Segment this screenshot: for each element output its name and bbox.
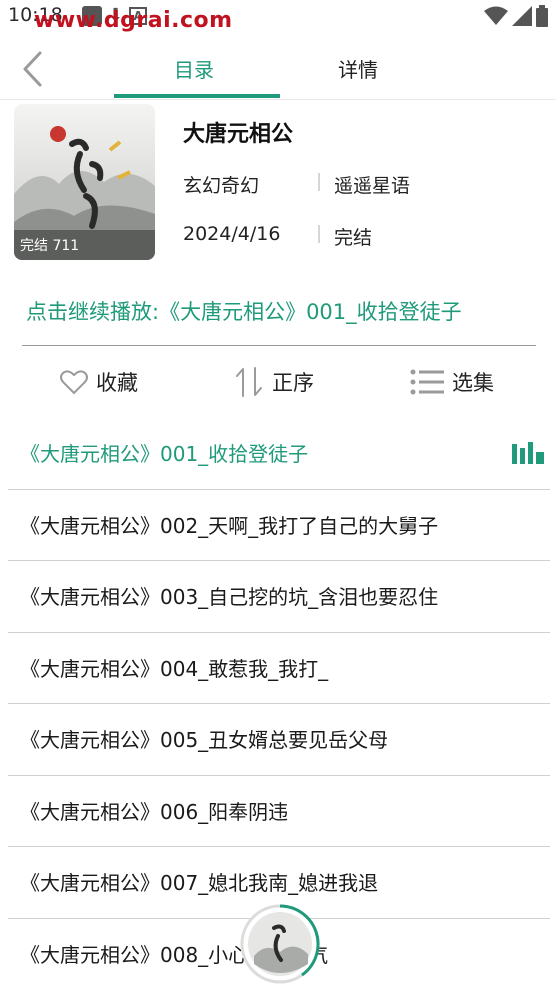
book-genre: 玄幻奇幻 bbox=[183, 175, 260, 197]
episode-title: 《大唐元相公》006_阳奉阴违 bbox=[20, 799, 289, 824]
episode-title: 《大唐元相公》002_天啊_我打了自己的大舅子 bbox=[20, 513, 439, 538]
battery-icon bbox=[536, 5, 548, 27]
select-episodes-label: 选集 bbox=[452, 371, 494, 395]
episode-item[interactable]: 《大唐元相公》003_自己挖的坑_含泪也要忍住 bbox=[0, 561, 556, 633]
meta-divider bbox=[318, 173, 320, 191]
active-tab-indicator bbox=[114, 94, 280, 98]
tab-catalog[interactable]: 目录 bbox=[174, 54, 214, 83]
signal-icon bbox=[512, 6, 532, 26]
episode-title: 《大唐元相公》003_自己挖的坑_含泪也要忍住 bbox=[20, 585, 439, 609]
system-icons bbox=[484, 5, 548, 27]
tab-detail[interactable]: 详情 bbox=[338, 54, 378, 83]
divider bbox=[22, 345, 536, 346]
list-icon bbox=[410, 369, 444, 395]
episode-item[interactable]: 《大唐元相公》005_丑女婿总要见岳父母 bbox=[0, 704, 556, 776]
mini-player-cover bbox=[240, 904, 320, 984]
header: 目录 详情 bbox=[0, 34, 556, 100]
episode-item[interactable]: 《大唐元相公》006_阳奉阴违 bbox=[0, 776, 556, 847]
episode-item[interactable]: 《大唐元相公》002_天啊_我打了自己的大舅子 bbox=[0, 490, 556, 561]
favorite-button[interactable]: 收藏 bbox=[60, 364, 138, 400]
now-playing-icon bbox=[512, 442, 544, 464]
book-cover: 完结 711 bbox=[14, 104, 155, 260]
meta-divider bbox=[318, 225, 320, 243]
episode-title: 《大唐元相公》007_媳北我南_媳进我退 bbox=[20, 871, 379, 895]
watermark: www.dgrai.com bbox=[34, 8, 233, 33]
back-icon[interactable] bbox=[18, 50, 48, 88]
episode-title: 《大唐元相公》001_收拾登徒子 bbox=[20, 442, 309, 466]
continue-playing-link[interactable]: 点击继续播放:《大唐元相公》001_收拾登徒子 bbox=[26, 296, 462, 326]
sort-order-label: 正序 bbox=[272, 371, 314, 395]
cover-badge: 完结 711 bbox=[20, 238, 80, 254]
sort-order-button[interactable]: 正序 bbox=[234, 364, 314, 400]
select-episodes-button[interactable]: 选集 bbox=[410, 364, 494, 400]
episode-item[interactable]: 《大唐元相公》004_敢惹我_我打_ bbox=[0, 633, 556, 704]
book-author: 遥遥星语 bbox=[334, 175, 411, 197]
book-title: 大唐元相公 bbox=[183, 122, 294, 147]
episode-item[interactable]: 《大唐元相公》001_收拾登徒子 bbox=[0, 418, 556, 490]
book-date: 2024/4/16 bbox=[183, 223, 281, 245]
heart-icon bbox=[60, 370, 88, 395]
wifi-icon bbox=[484, 6, 508, 25]
favorite-label: 收藏 bbox=[96, 371, 138, 395]
sort-icon bbox=[236, 367, 262, 397]
status-bar: 10:18 ⬇ A www.dgrai.com bbox=[0, 0, 556, 34]
mini-player[interactable] bbox=[240, 904, 320, 984]
episode-title: 《大唐元相公》004_敢惹我_我打_ bbox=[20, 656, 329, 681]
episode-title: 《大唐元相公》005_丑女婿总要见岳父母 bbox=[20, 728, 389, 752]
book-status: 完结 bbox=[334, 227, 373, 249]
